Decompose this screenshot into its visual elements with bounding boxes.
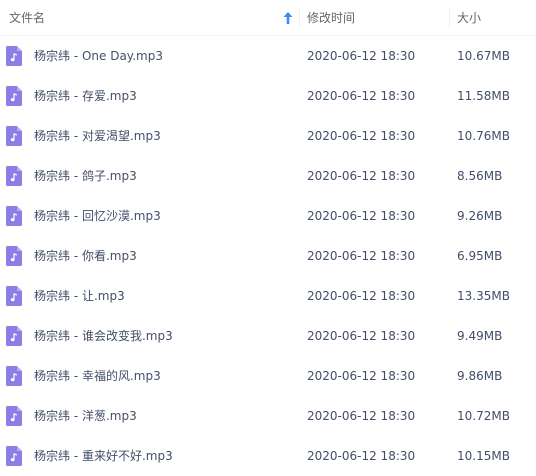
- file-row[interactable]: 杨宗纬 - 重来好不好.mp3 2020-06-12 18:30 10.15MB: [0, 436, 536, 476]
- column-header-date[interactable]: 修改时间: [307, 0, 355, 36]
- file-list: 文件名 修改时间 大小 杨宗纬 - One Day.mp3 2020-06-12 …: [0, 0, 536, 476]
- file-size: 10.15MB: [457, 449, 510, 463]
- file-modified-date: 2020-06-12 18:30: [307, 329, 416, 343]
- file-name[interactable]: 杨宗纬 - 重来好不好.mp3: [34, 436, 173, 476]
- music-file-icon: [6, 126, 22, 146]
- file-size: 13.35MB: [457, 289, 510, 303]
- music-file-icon: [6, 446, 22, 466]
- music-file-icon: [6, 206, 22, 226]
- file-modified-date: 2020-06-12 18:30: [307, 89, 416, 103]
- music-file-icon: [6, 406, 22, 426]
- file-modified-date: 2020-06-12 18:30: [307, 449, 416, 463]
- file-row[interactable]: 杨宗纬 - 幸福的风.mp3 2020-06-12 18:30 9.86MB: [0, 356, 536, 396]
- file-modified-date: 2020-06-12 18:30: [307, 209, 416, 223]
- file-size: 6.95MB: [457, 249, 503, 263]
- file-name[interactable]: 杨宗纬 - 你看.mp3: [34, 236, 137, 276]
- file-size: 10.72MB: [457, 409, 510, 423]
- file-modified-date: 2020-06-12 18:30: [307, 49, 416, 63]
- sort-ascending-icon[interactable]: [283, 12, 293, 24]
- file-modified-date: 2020-06-12 18:30: [307, 129, 416, 143]
- file-size: 9.86MB: [457, 369, 503, 383]
- column-header-size[interactable]: 大小: [457, 0, 481, 36]
- file-rows: 杨宗纬 - One Day.mp3 2020-06-12 18:30 10.67MB…: [0, 36, 536, 476]
- file-size: 9.49MB: [457, 329, 503, 343]
- file-name[interactable]: 杨宗纬 - 鸽子.mp3: [34, 156, 137, 196]
- file-name[interactable]: 杨宗纬 - 回忆沙漠.mp3: [34, 196, 161, 236]
- music-file-icon: [6, 366, 22, 386]
- file-row[interactable]: 杨宗纬 - 对爱渴望.mp3 2020-06-12 18:30 10.76MB: [0, 116, 536, 156]
- file-size: 10.76MB: [457, 129, 510, 143]
- file-row[interactable]: 杨宗纬 - 你看.mp3 2020-06-12 18:30 6.95MB: [0, 236, 536, 276]
- file-row[interactable]: 杨宗纬 - 鸽子.mp3 2020-06-12 18:30 8.56MB: [0, 156, 536, 196]
- file-size: 8.56MB: [457, 169, 503, 183]
- file-name[interactable]: 杨宗纬 - 洋葱.mp3: [34, 396, 137, 436]
- file-row[interactable]: 杨宗纬 - 回忆沙漠.mp3 2020-06-12 18:30 9.26MB: [0, 196, 536, 236]
- music-file-icon: [6, 86, 22, 106]
- file-modified-date: 2020-06-12 18:30: [307, 289, 416, 303]
- file-name[interactable]: 杨宗纬 - 存爱.mp3: [34, 76, 137, 116]
- file-row[interactable]: 杨宗纬 - 让.mp3 2020-06-12 18:30 13.35MB: [0, 276, 536, 316]
- column-header-name[interactable]: 文件名: [9, 0, 45, 36]
- music-file-icon: [6, 166, 22, 186]
- music-file-icon: [6, 286, 22, 306]
- file-name[interactable]: 杨宗纬 - 对爱渴望.mp3: [34, 116, 161, 156]
- file-name[interactable]: 杨宗纬 - 让.mp3: [34, 276, 125, 316]
- file-modified-date: 2020-06-12 18:30: [307, 409, 416, 423]
- music-file-icon: [6, 246, 22, 266]
- column-divider[interactable]: [299, 8, 300, 28]
- file-name[interactable]: 杨宗纬 - 幸福的风.mp3: [34, 356, 161, 396]
- music-file-icon: [6, 46, 22, 66]
- file-size: 11.58MB: [457, 89, 510, 103]
- file-size: 9.26MB: [457, 209, 503, 223]
- file-modified-date: 2020-06-12 18:30: [307, 249, 416, 263]
- music-file-icon: [6, 326, 22, 346]
- file-list-header: 文件名 修改时间 大小: [0, 0, 536, 36]
- file-modified-date: 2020-06-12 18:30: [307, 169, 416, 183]
- file-name[interactable]: 杨宗纬 - One Day.mp3: [34, 36, 163, 76]
- column-divider[interactable]: [449, 8, 450, 28]
- file-row[interactable]: 杨宗纬 - 洋葱.mp3 2020-06-12 18:30 10.72MB: [0, 396, 536, 436]
- file-row[interactable]: 杨宗纬 - 谁会改变我.mp3 2020-06-12 18:30 9.49MB: [0, 316, 536, 356]
- file-modified-date: 2020-06-12 18:30: [307, 369, 416, 383]
- file-name[interactable]: 杨宗纬 - 谁会改变我.mp3: [34, 316, 173, 356]
- file-row[interactable]: 杨宗纬 - One Day.mp3 2020-06-12 18:30 10.67MB: [0, 36, 536, 76]
- file-size: 10.67MB: [457, 49, 510, 63]
- file-row[interactable]: 杨宗纬 - 存爱.mp3 2020-06-12 18:30 11.58MB: [0, 76, 536, 116]
